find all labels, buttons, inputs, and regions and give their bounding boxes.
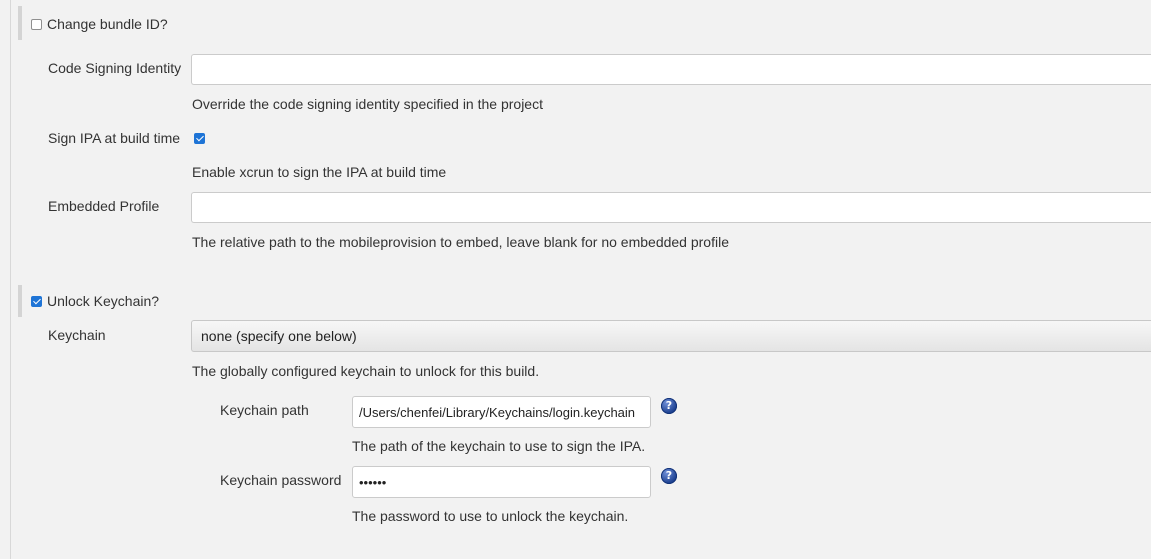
code-signing-identity-description: Override the code signing identity speci… [192, 96, 543, 112]
code-signing-identity-input[interactable] [191, 54, 1151, 85]
keychain-select[interactable]: none (specify one below) [191, 320, 1151, 352]
keychain-path-description: The path of the keychain to use to sign … [352, 438, 646, 454]
sign-ipa-description: Enable xcrun to sign the IPA at build ti… [192, 164, 447, 180]
code-signing-identity-label: Code Signing Identity [48, 60, 182, 76]
left-divider [10, 0, 11, 559]
keychain-path-input[interactable] [352, 396, 651, 428]
sign-ipa-checkbox[interactable] [194, 133, 205, 144]
unlock-keychain-label[interactable]: Unlock Keychain? [47, 292, 159, 310]
embedded-profile-description: The relative path to the mobileprovision… [192, 234, 729, 250]
section-bar-bundle-id [18, 6, 22, 40]
keychain-label: Keychain [48, 327, 106, 343]
keychain-select-value: none (specify one below) [201, 328, 357, 344]
change-bundle-id-label[interactable]: Change bundle ID? [47, 15, 168, 33]
sign-ipa-label: Sign IPA at build time [48, 130, 181, 146]
embedded-profile-input[interactable] [191, 192, 1151, 223]
unlock-keychain-checkbox[interactable] [31, 296, 42, 307]
keychain-path-help-icon[interactable]: ? [661, 398, 677, 414]
keychain-password-help-icon[interactable]: ? [661, 468, 677, 484]
section-bar-unlock-keychain [18, 285, 22, 317]
change-bundle-id-checkbox[interactable] [31, 19, 42, 30]
keychain-password-input[interactable] [352, 466, 651, 498]
keychain-description: The globally configured keychain to unlo… [192, 363, 540, 379]
keychain-path-label: Keychain path [220, 402, 309, 418]
keychain-password-label: Keychain password [220, 472, 342, 488]
embedded-profile-label: Embedded Profile [48, 198, 160, 214]
keychain-password-description: The password to use to unlock the keycha… [352, 508, 629, 524]
